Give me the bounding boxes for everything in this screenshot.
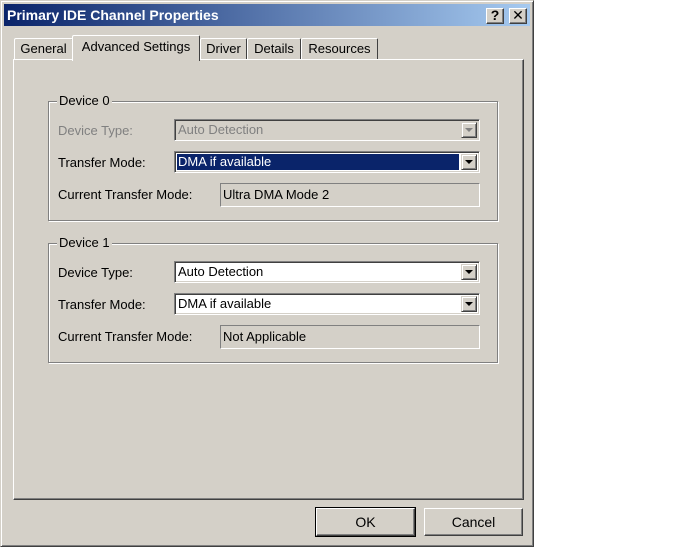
chevron-down-icon [465, 270, 473, 274]
device-0-transfer-dropdown[interactable] [461, 154, 477, 170]
device-1-type-label: Device Type: [58, 265, 133, 280]
device-1-current-label: Current Transfer Mode: [58, 329, 193, 344]
device-0-group: Device 0 Device Type: Auto Detection Tra… [48, 93, 498, 221]
tab-advanced-settings[interactable]: Advanced Settings [72, 35, 200, 61]
device-0-type-select: Auto Detection [174, 119, 480, 141]
properties-dialog: Primary IDE Channel Properties ? ✕ Gener… [0, 0, 534, 547]
device-0-current-label: Current Transfer Mode: [58, 187, 193, 202]
device-1-group: Device 1 Device Type: Auto Detection Tra… [48, 235, 498, 363]
device-1-transfer-value: DMA if available [178, 296, 272, 311]
device-1-transfer-dropdown[interactable] [461, 296, 477, 312]
help-button[interactable]: ? [486, 8, 504, 24]
device-1-type-value: Auto Detection [178, 264, 264, 279]
device-1-transfer-label: Transfer Mode: [58, 297, 146, 312]
device-0-transfer-value: DMA if available [177, 154, 459, 170]
device-0-group-label: Device 0 [57, 93, 112, 108]
device-1-type-dropdown[interactable] [461, 264, 477, 280]
device-0-transfer-select[interactable]: DMA if available [174, 151, 480, 173]
device-0-type-value: Auto Detection [178, 122, 264, 137]
device-1-type-select[interactable]: Auto Detection [174, 261, 480, 283]
device-0-current-value: Ultra DMA Mode 2 [220, 183, 480, 207]
device-0-transfer-label: Transfer Mode: [58, 155, 146, 170]
window-title: Primary IDE Channel Properties [7, 7, 219, 23]
tab-resources[interactable]: Resources [301, 38, 378, 60]
device-1-transfer-select[interactable]: DMA if available [174, 293, 480, 315]
chevron-down-icon [465, 128, 473, 132]
close-button[interactable]: ✕ [509, 8, 527, 24]
tab-general[interactable]: General [14, 38, 73, 60]
device-1-group-label: Device 1 [57, 235, 112, 250]
tab-panel: Device 0 Device Type: Auto Detection Tra… [13, 59, 524, 500]
chevron-down-icon [465, 302, 473, 306]
chevron-down-icon [465, 160, 473, 164]
tab-details[interactable]: Details [247, 38, 301, 60]
cancel-button[interactable]: Cancel [424, 508, 523, 536]
device-0-type-label: Device Type: [58, 123, 133, 138]
device-1-current-value: Not Applicable [220, 325, 480, 349]
tab-driver[interactable]: Driver [200, 38, 247, 60]
title-bar[interactable]: Primary IDE Channel Properties ? ✕ [4, 4, 530, 26]
device-0-type-dropdown [461, 122, 477, 138]
ok-button[interactable]: OK [315, 507, 416, 537]
